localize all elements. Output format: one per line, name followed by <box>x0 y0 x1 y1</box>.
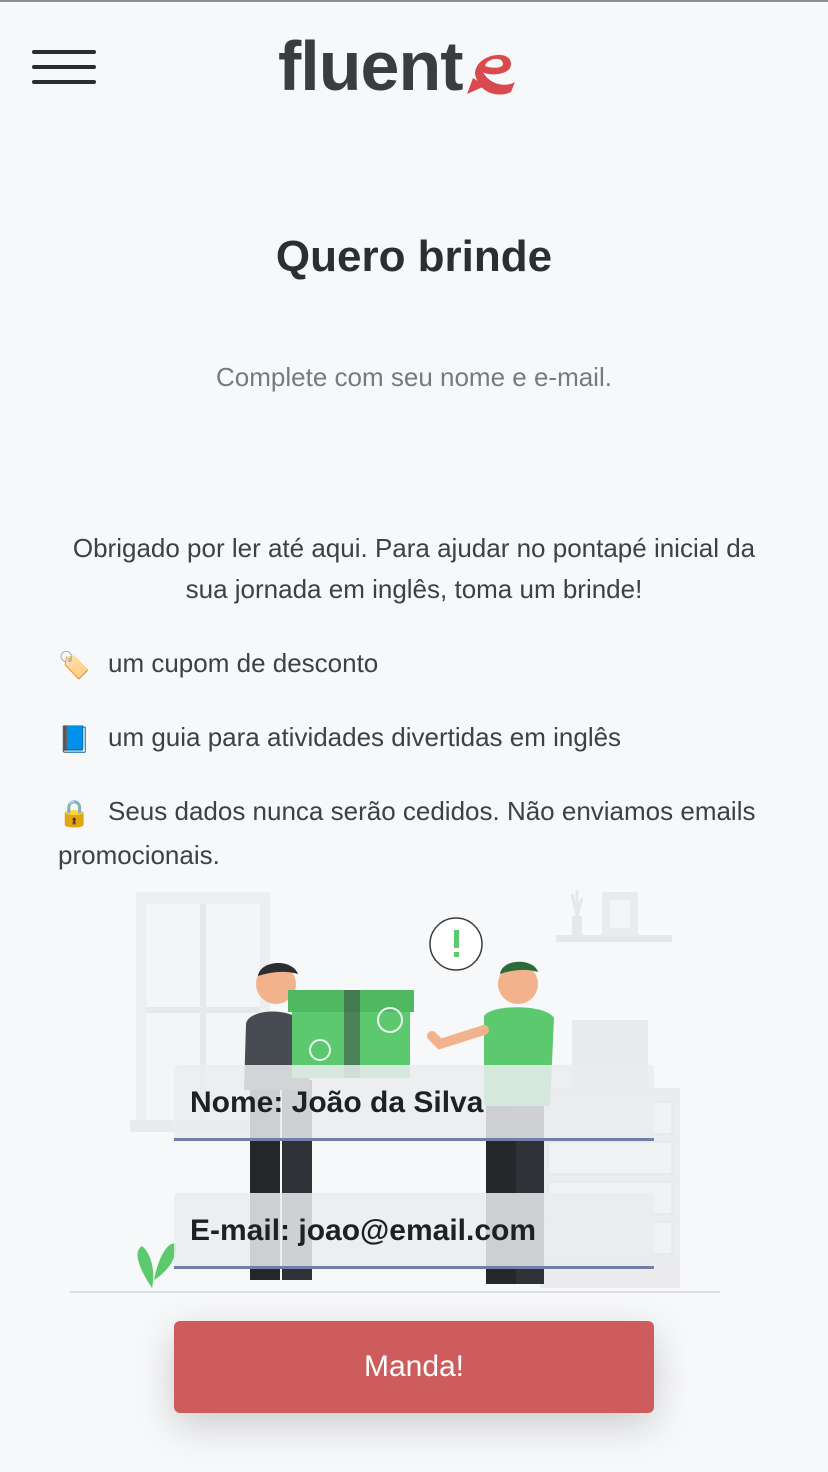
benefit-privacy: 🔒 Seus dados nunca serão cedidos. Não env… <box>58 790 778 876</box>
intro-text: Obrigado por ler até aqui. Para ajudar n… <box>72 533 756 604</box>
lock-icon: 🔒 <box>58 798 91 829</box>
menu-bar <box>32 80 96 84</box>
tag-icon: 🏷️ <box>58 650 91 681</box>
plant <box>137 1243 177 1288</box>
email-input[interactable]: E-mail: joao@email.com <box>174 1193 654 1269</box>
benefit-coupon: 🏷️ um cupom de desconto <box>58 642 378 686</box>
page-subtitle: Complete com seu nome e e-mail. <box>216 362 612 392</box>
menu-bar <box>32 65 96 69</box>
hamburger-menu-icon[interactable] <box>32 50 96 86</box>
exclamation-bubble <box>429 917 483 971</box>
benefit-text: um cupom de desconto <box>108 648 379 678</box>
shelf-decor <box>556 890 672 942</box>
menu-bar <box>32 50 96 54</box>
top-border <box>0 0 828 2</box>
submit-button[interactable]: Manda! <box>174 1321 654 1413</box>
name-input[interactable]: Nome: João da Silva <box>174 1065 654 1141</box>
logo-text: fluent <box>278 27 464 105</box>
book-icon: 📘 <box>58 724 91 755</box>
page-title: Quero brinde <box>275 232 553 281</box>
logo-e-mark-icon <box>466 54 515 95</box>
benefit-text: Seus dados nunca serão cedidos. Não envi… <box>58 796 756 871</box>
fluente-logo[interactable]: fluent <box>278 26 521 106</box>
benefit-guide: 📘 um guia para atividades divertidas em i… <box>58 716 621 760</box>
benefit-text: um guia para atividades divertidas em in… <box>108 722 622 752</box>
